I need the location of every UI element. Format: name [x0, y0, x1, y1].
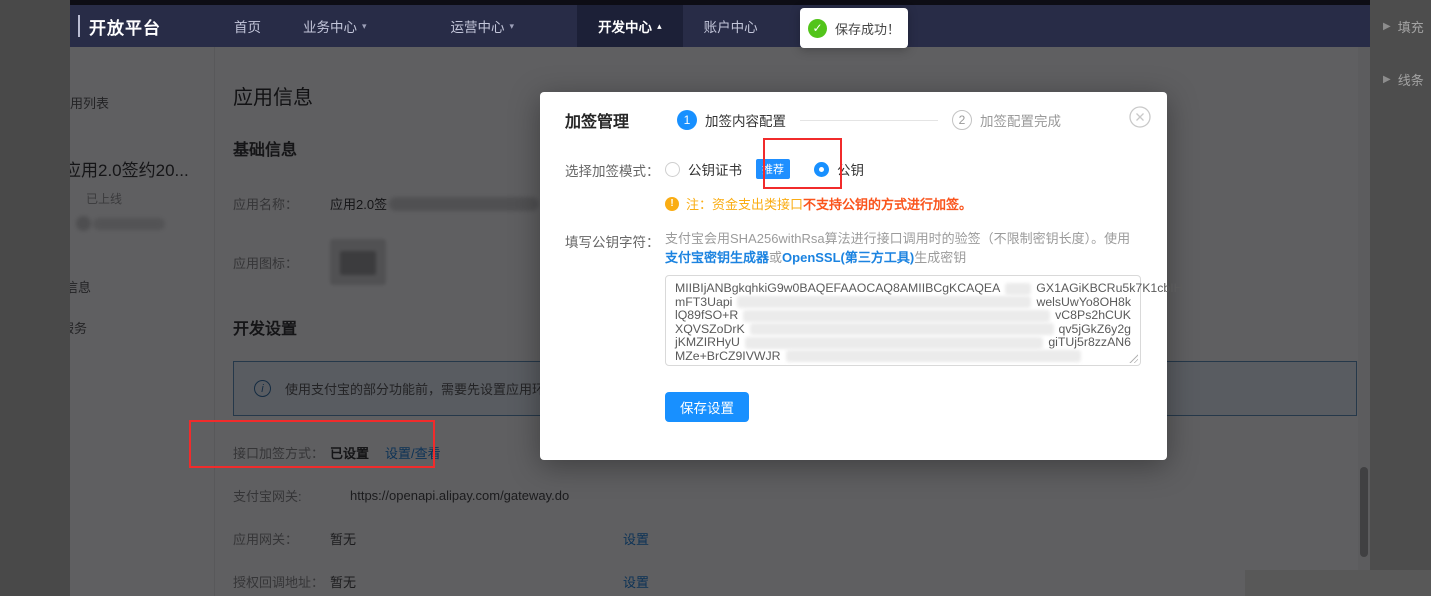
- nav-item-account[interactable]: 账户中心: [683, 5, 779, 47]
- key-line: jKMZIRHyU giTUj5r8zzAN6: [675, 336, 1131, 350]
- redacted-key-segment: [737, 296, 1031, 308]
- top-navbar: 开放平台 首页 业务中心 ▾ 运营中心 ▾ 开发中心 ▴ 账户中心: [70, 5, 1370, 47]
- step-2-circle: 2: [952, 110, 972, 130]
- key-text: XQVSZoDrK: [675, 323, 745, 337]
- signing-mode-label: 选择加签模式：: [565, 158, 665, 180]
- signing-management-modal: 加签管理 1 加签内容配置 2 加签配置完成 选择加签模式： 公钥证书 推荐 公…: [540, 92, 1167, 460]
- step-1-circle: 1: [677, 110, 697, 130]
- redacted-key-segment: [786, 350, 1081, 362]
- toast-message: 保存成功！: [835, 19, 900, 38]
- key-line: MZe+BrCZ9IVWJR: [675, 350, 1131, 364]
- save-settings-button[interactable]: 保存设置: [665, 392, 749, 422]
- public-key-textarea[interactable]: MIIBIjANBgkqhkiG9w0BAQEFAAOCAQ8AMIIBCgKC…: [665, 275, 1141, 366]
- nav-item-operations[interactable]: 运营中心 ▾: [430, 5, 536, 47]
- step-connector: [800, 120, 938, 121]
- tool-panel-line-label: 线条: [1398, 70, 1424, 89]
- nav-item-label: 开发中心: [598, 16, 652, 36]
- key-generator-link[interactable]: 支付宝密钥生成器: [665, 250, 769, 265]
- annotation-box-public-key-radio: [763, 138, 842, 189]
- openssl-link[interactable]: OpenSSL(第三方工具): [782, 250, 914, 265]
- tool-panel-fill-label: 填充: [1398, 17, 1424, 36]
- public-key-label: 填写公钥字符：: [565, 229, 665, 267]
- key-text: qv5jGkZ6y2g: [1059, 323, 1131, 337]
- note-prefix: 注：资金支出类接口: [686, 197, 803, 212]
- nav-item-label: 业务中心: [303, 16, 357, 36]
- collapse-arrow-icon: ▶: [1383, 21, 1391, 32]
- key-text: welsUwYo8OH8k: [1036, 296, 1131, 310]
- step-indicator: 1 加签内容配置 2 加签配置完成: [677, 110, 1061, 130]
- step-2-label: 加签配置完成: [980, 110, 1061, 130]
- warning-icon: !: [665, 197, 679, 211]
- tool-corner-panel: [1245, 570, 1431, 596]
- key-line: XQVSZoDrK qv5jGkZ6y2g: [675, 323, 1131, 337]
- nav-item-dev-center[interactable]: 开发中心 ▴: [577, 5, 683, 47]
- step-1-label: 加签内容配置: [705, 110, 786, 130]
- key-text: MIIBIjANBgkqhkiG9w0BAQEFAAOCAQ8AMIIBCgKC…: [675, 282, 1000, 296]
- key-text: lQ89fSO+R: [675, 309, 738, 323]
- tool-panel-line[interactable]: ▶ 线条: [1383, 70, 1424, 89]
- key-text: MZe+BrCZ9IVWJR: [675, 350, 781, 364]
- key-text: GX1AGiKBCRu5k7K1cbIH: [1036, 282, 1182, 296]
- key-text: jKMZIRHyU: [675, 336, 740, 350]
- redacted-key-segment: [745, 337, 1043, 349]
- radio-cert-label: 公钥证书: [688, 159, 742, 179]
- redacted-key-segment: [743, 310, 1050, 322]
- nav-item-home[interactable]: 首页: [213, 5, 282, 47]
- key-desc-text: 支付宝会用SHA256withRsa算法进行接口调用时的验签（不限制密钥长度）。…: [665, 231, 1130, 246]
- brand-logo[interactable]: 开放平台: [78, 15, 161, 37]
- key-text: giTUj5r8zzAN6: [1048, 336, 1131, 350]
- key-line: lQ89fSO+R vC8Ps2hCUK: [675, 309, 1131, 323]
- chevron-down-icon: ▾: [362, 21, 367, 32]
- nav-item-label: 账户中心: [704, 16, 758, 36]
- modal-header: 加签管理 1 加签内容配置 2 加签配置完成: [565, 92, 1167, 148]
- key-text: vC8Ps2hCUK: [1055, 309, 1131, 323]
- nav-item-label: 首页: [234, 16, 261, 36]
- nav-menu: 首页 业务中心 ▾ 运营中心 ▾ 开发中心 ▴ 账户中心: [213, 5, 779, 47]
- key-line: MIIBIjANBgkqhkiG9w0BAQEFAAOCAQ8AMIIBCgKC…: [675, 282, 1131, 296]
- chevron-down-icon: ▾: [510, 21, 515, 32]
- redacted-key-segment: [1005, 283, 1031, 295]
- annotation-tool-left-strip: [0, 0, 70, 596]
- funds-note: ! 注：资金支出类接口不支持公钥的方式进行加签。: [665, 194, 1167, 213]
- success-check-icon: ✓: [808, 19, 827, 38]
- tool-panel-fill[interactable]: ▶ 填充: [1383, 17, 1424, 36]
- radio-unchecked-icon: [665, 162, 680, 177]
- nav-item-business[interactable]: 业务中心 ▾: [282, 5, 388, 47]
- key-desc-or: 或: [769, 250, 782, 265]
- save-success-toast: ✓ 保存成功！: [800, 8, 908, 48]
- note-emphasis: 不支持公钥的方式进行加签。: [803, 197, 972, 212]
- annotation-box-signing-method-row: [189, 420, 435, 468]
- modal-title: 加签管理: [565, 108, 629, 132]
- signing-mode-row: 选择加签模式： 公钥证书 推荐 公钥: [565, 158, 1167, 180]
- redacted-key-segment: [750, 323, 1054, 335]
- key-line: mFT3Uapi welsUwYo8OH8k: [675, 296, 1131, 310]
- nav-item-label: 运营中心: [451, 16, 505, 36]
- annotation-tool-right-strip: [1370, 0, 1431, 596]
- public-key-row: 填写公钥字符： 支付宝会用SHA256withRsa算法进行接口调用时的验签（不…: [565, 229, 1167, 267]
- close-icon[interactable]: [1129, 106, 1151, 128]
- chevron-up-icon: ▴: [657, 21, 662, 32]
- collapse-arrow-icon: ▶: [1383, 74, 1391, 85]
- key-desc-tail: 生成密钥: [914, 250, 966, 265]
- key-text: mFT3Uapi: [675, 296, 732, 310]
